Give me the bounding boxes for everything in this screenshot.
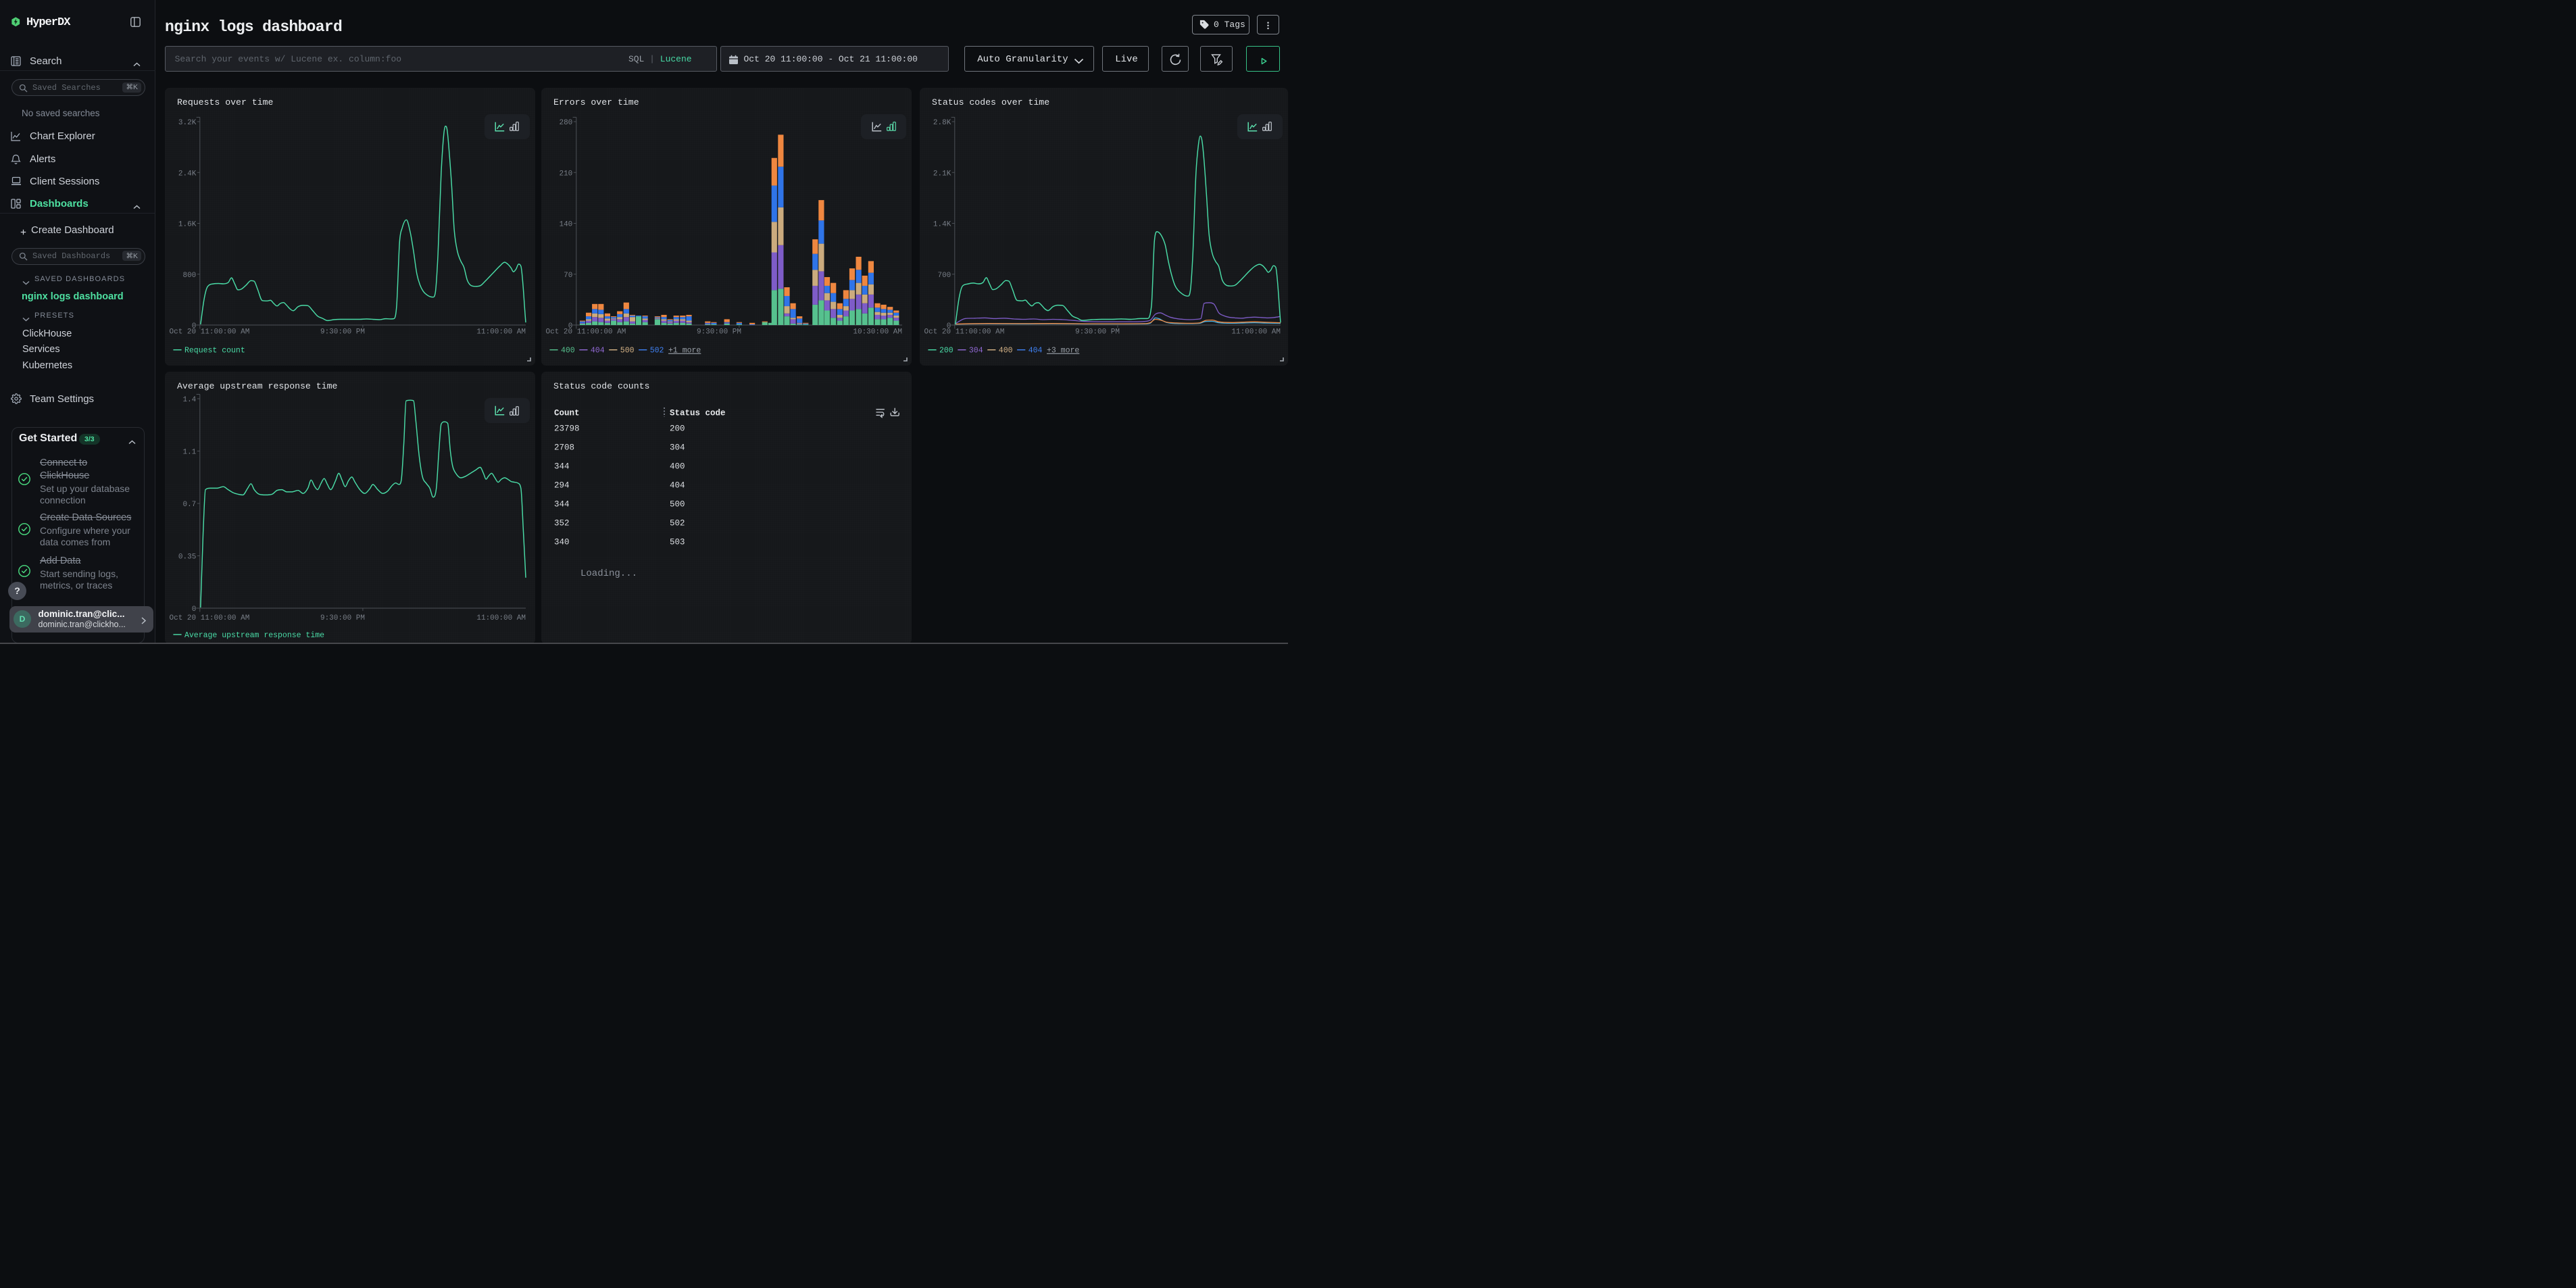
svg-text:+1 more: +1 more	[668, 346, 701, 355]
svg-text:9:30:00 PM: 9:30:00 PM	[1074, 328, 1119, 336]
svg-text:304: 304	[968, 346, 983, 355]
svg-text:23798: 23798	[554, 424, 580, 434]
svg-text:Count: Count	[554, 409, 580, 418]
svg-text:Oct 20 11:00:00 AM: Oct 20 11:00:00 AM	[169, 614, 249, 622]
svg-text:503: 503	[670, 538, 685, 547]
svg-text:800: 800	[182, 271, 196, 279]
svg-text:Oct 20 11:00:00 AM: Oct 20 11:00:00 AM	[546, 328, 626, 336]
svg-text:210: 210	[559, 170, 572, 178]
svg-text:Average upstream response time: Average upstream response time	[184, 631, 324, 640]
svg-text:11:00:00 AM: 11:00:00 AM	[476, 614, 526, 622]
svg-text:200: 200	[670, 424, 685, 434]
svg-text:0: 0	[191, 322, 196, 330]
svg-text:Status codes over time: Status codes over time	[932, 97, 1049, 107]
svg-text:0.35: 0.35	[178, 553, 195, 562]
svg-text:404: 404	[1028, 346, 1042, 355]
svg-text:404: 404	[591, 346, 605, 355]
svg-text:2.4K: 2.4K	[178, 170, 196, 178]
svg-text:Oct 20 11:00:00 AM: Oct 20 11:00:00 AM	[169, 328, 249, 336]
svg-text:400: 400	[998, 346, 1012, 355]
svg-text:344: 344	[554, 462, 570, 472]
svg-text:9:30:00 PM: 9:30:00 PM	[320, 328, 364, 336]
svg-text:200: 200	[939, 346, 953, 355]
svg-text:0: 0	[568, 322, 573, 330]
svg-text:0: 0	[191, 605, 196, 614]
svg-text:70: 70	[564, 271, 572, 279]
svg-text:Status code: Status code	[670, 409, 726, 418]
svg-text:1.4K: 1.4K	[933, 220, 951, 228]
svg-text:500: 500	[670, 500, 685, 510]
svg-text:502: 502	[670, 519, 685, 528]
svg-text:700: 700	[937, 271, 951, 279]
svg-text:11:00:00 AM: 11:00:00 AM	[1231, 328, 1281, 336]
svg-text:280: 280	[559, 119, 572, 127]
svg-text:Status code counts: Status code counts	[553, 381, 649, 391]
svg-text:10:30:00 AM: 10:30:00 AM	[853, 328, 902, 336]
svg-text:1.4: 1.4	[182, 396, 196, 404]
svg-text:0: 0	[946, 322, 951, 330]
svg-text:Errors over time: Errors over time	[553, 97, 639, 107]
svg-text:500: 500	[620, 346, 635, 355]
svg-text:340: 340	[554, 538, 570, 547]
svg-text:140: 140	[559, 220, 572, 228]
svg-text:+3 more: +3 more	[1047, 346, 1079, 355]
svg-text:304: 304	[670, 443, 685, 453]
svg-text:502: 502	[650, 346, 664, 355]
svg-text:404: 404	[670, 481, 685, 491]
svg-text:2.8K: 2.8K	[933, 119, 951, 127]
svg-text:2708: 2708	[554, 443, 574, 453]
svg-text:9:30:00 PM: 9:30:00 PM	[320, 614, 364, 622]
svg-text:Average upstream response time: Average upstream response time	[177, 381, 337, 391]
svg-text:2.1K: 2.1K	[933, 170, 951, 178]
svg-text:Request count: Request count	[184, 346, 245, 355]
svg-text:9:30:00 PM: 9:30:00 PM	[697, 328, 741, 336]
svg-text:1.1: 1.1	[182, 449, 196, 457]
svg-text:Requests over time: Requests over time	[177, 97, 274, 107]
svg-text:0.7: 0.7	[182, 501, 196, 509]
svg-text:Loading...: Loading...	[580, 568, 637, 579]
svg-text:Oct 20 11:00:00 AM: Oct 20 11:00:00 AM	[924, 328, 1004, 336]
svg-text:352: 352	[554, 519, 570, 528]
svg-text:3.2K: 3.2K	[178, 119, 196, 127]
svg-text:294: 294	[554, 481, 570, 491]
svg-text:400: 400	[561, 346, 575, 355]
svg-text:11:00:00 AM: 11:00:00 AM	[476, 328, 526, 336]
svg-text:400: 400	[670, 462, 685, 472]
svg-text:344: 344	[554, 500, 570, 510]
svg-text:1.6K: 1.6K	[178, 220, 196, 228]
